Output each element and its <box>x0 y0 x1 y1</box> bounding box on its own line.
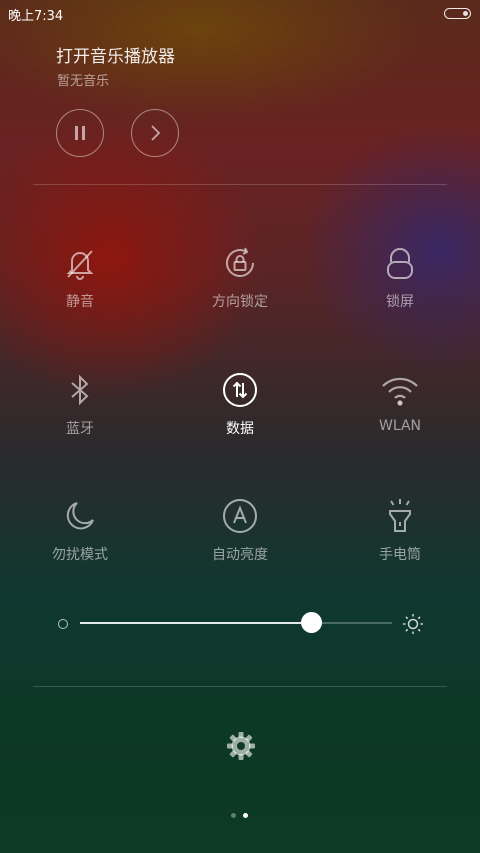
brightness-low-icon <box>58 619 68 629</box>
toggle-label: 静音 <box>66 294 94 310</box>
pause-icon <box>75 126 85 140</box>
music-player-subtitle: 暂无音乐 <box>57 74 110 89</box>
battery-icon <box>444 8 471 19</box>
toggle-mute[interactable]: 静音 <box>20 243 140 333</box>
gear-icon[interactable] <box>226 731 256 761</box>
status-time: 晚上7:34 <box>8 9 64 24</box>
toggle-label: WLAN <box>378 418 421 434</box>
bluetooth-icon <box>60 370 100 410</box>
toggle-rotation-lock[interactable]: 方向锁定 <box>180 243 300 333</box>
moon-icon <box>60 496 100 536</box>
toggle-label: 锁屏 <box>386 294 414 310</box>
flashlight-icon <box>380 496 420 536</box>
toggle-bluetooth[interactable]: 蓝牙 <box>20 370 140 460</box>
music-player-title[interactable]: 打开音乐播放器 <box>56 42 175 67</box>
bell-off-icon <box>60 243 100 283</box>
brightness-slider-thumb[interactable] <box>301 612 322 633</box>
toggle-lock-screen[interactable]: 锁屏 <box>340 243 460 333</box>
toggle-do-not-disturb[interactable]: 勿扰模式 <box>20 496 140 586</box>
pause-button[interactable] <box>56 109 104 157</box>
toggle-wlan[interactable]: WLAN <box>340 370 460 460</box>
toggle-label: 自动亮度 <box>212 547 268 563</box>
toggle-label: 方向锁定 <box>212 294 268 310</box>
toggle-label: 勿扰模式 <box>52 547 108 563</box>
page-dot-active <box>243 813 248 818</box>
auto-brightness-icon <box>220 496 260 536</box>
page-dot <box>231 813 236 818</box>
mobile-data-icon <box>220 370 260 410</box>
toggle-label: 数据 <box>226 421 254 437</box>
page-indicator <box>231 813 248 818</box>
brightness-slider-fill <box>80 622 311 624</box>
brightness-high-icon <box>403 614 423 634</box>
divider-bottom <box>33 686 447 687</box>
battery-level <box>463 11 468 16</box>
wifi-icon <box>380 370 420 410</box>
brightness-slider[interactable] <box>80 612 392 633</box>
toggle-mobile-data[interactable]: 数据 <box>180 370 300 460</box>
toggle-auto-brightness[interactable]: 自动亮度 <box>180 496 300 586</box>
next-button[interactable] <box>131 109 179 157</box>
toggle-label: 蓝牙 <box>66 421 94 437</box>
notification-shade: 晚上7:34 打开音乐播放器 暂无音乐 静音 方向锁定 锁屏 蓝牙 数据 WLA… <box>0 0 480 853</box>
toggle-flashlight[interactable]: 手电筒 <box>340 496 460 586</box>
divider-top <box>33 184 447 185</box>
rotation-lock-icon <box>220 243 260 283</box>
lock-icon <box>380 243 420 283</box>
chevron-right-icon <box>151 125 161 141</box>
toggle-label: 手电筒 <box>379 547 421 563</box>
